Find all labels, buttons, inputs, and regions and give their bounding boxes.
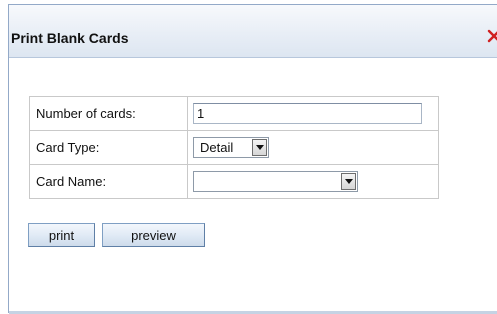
card-type-value: Detail bbox=[200, 140, 234, 155]
card-name-label: Card Name: bbox=[29, 164, 188, 199]
card-type-label: Card Type: bbox=[29, 130, 188, 165]
print-blank-cards-dialog: Print Blank Cards Number of cards: Card … bbox=[8, 4, 497, 314]
print-button[interactable]: print bbox=[28, 223, 95, 247]
card-type-row: Card Type: Detail bbox=[29, 130, 439, 165]
card-name-select[interactable] bbox=[193, 171, 358, 192]
card-type-select[interactable]: Detail bbox=[193, 137, 269, 158]
chevron-down-icon[interactable] bbox=[252, 139, 267, 156]
number-of-cards-cell bbox=[187, 96, 439, 131]
number-of-cards-label: Number of cards: bbox=[29, 96, 188, 131]
card-type-cell: Detail bbox=[187, 130, 439, 165]
dialog-titlebar[interactable]: Print Blank Cards bbox=[9, 5, 497, 58]
card-form-table: Number of cards: Card Type: Detail Card … bbox=[29, 96, 439, 199]
number-of-cards-input[interactable] bbox=[193, 103, 422, 124]
close-icon[interactable] bbox=[486, 25, 497, 45]
chevron-down-icon[interactable] bbox=[341, 173, 356, 190]
number-of-cards-row: Number of cards: bbox=[29, 96, 439, 131]
dialog-title: Print Blank Cards bbox=[11, 30, 129, 46]
preview-button[interactable]: preview bbox=[102, 223, 205, 247]
card-name-row: Card Name: bbox=[29, 164, 439, 199]
card-name-cell bbox=[187, 164, 439, 199]
